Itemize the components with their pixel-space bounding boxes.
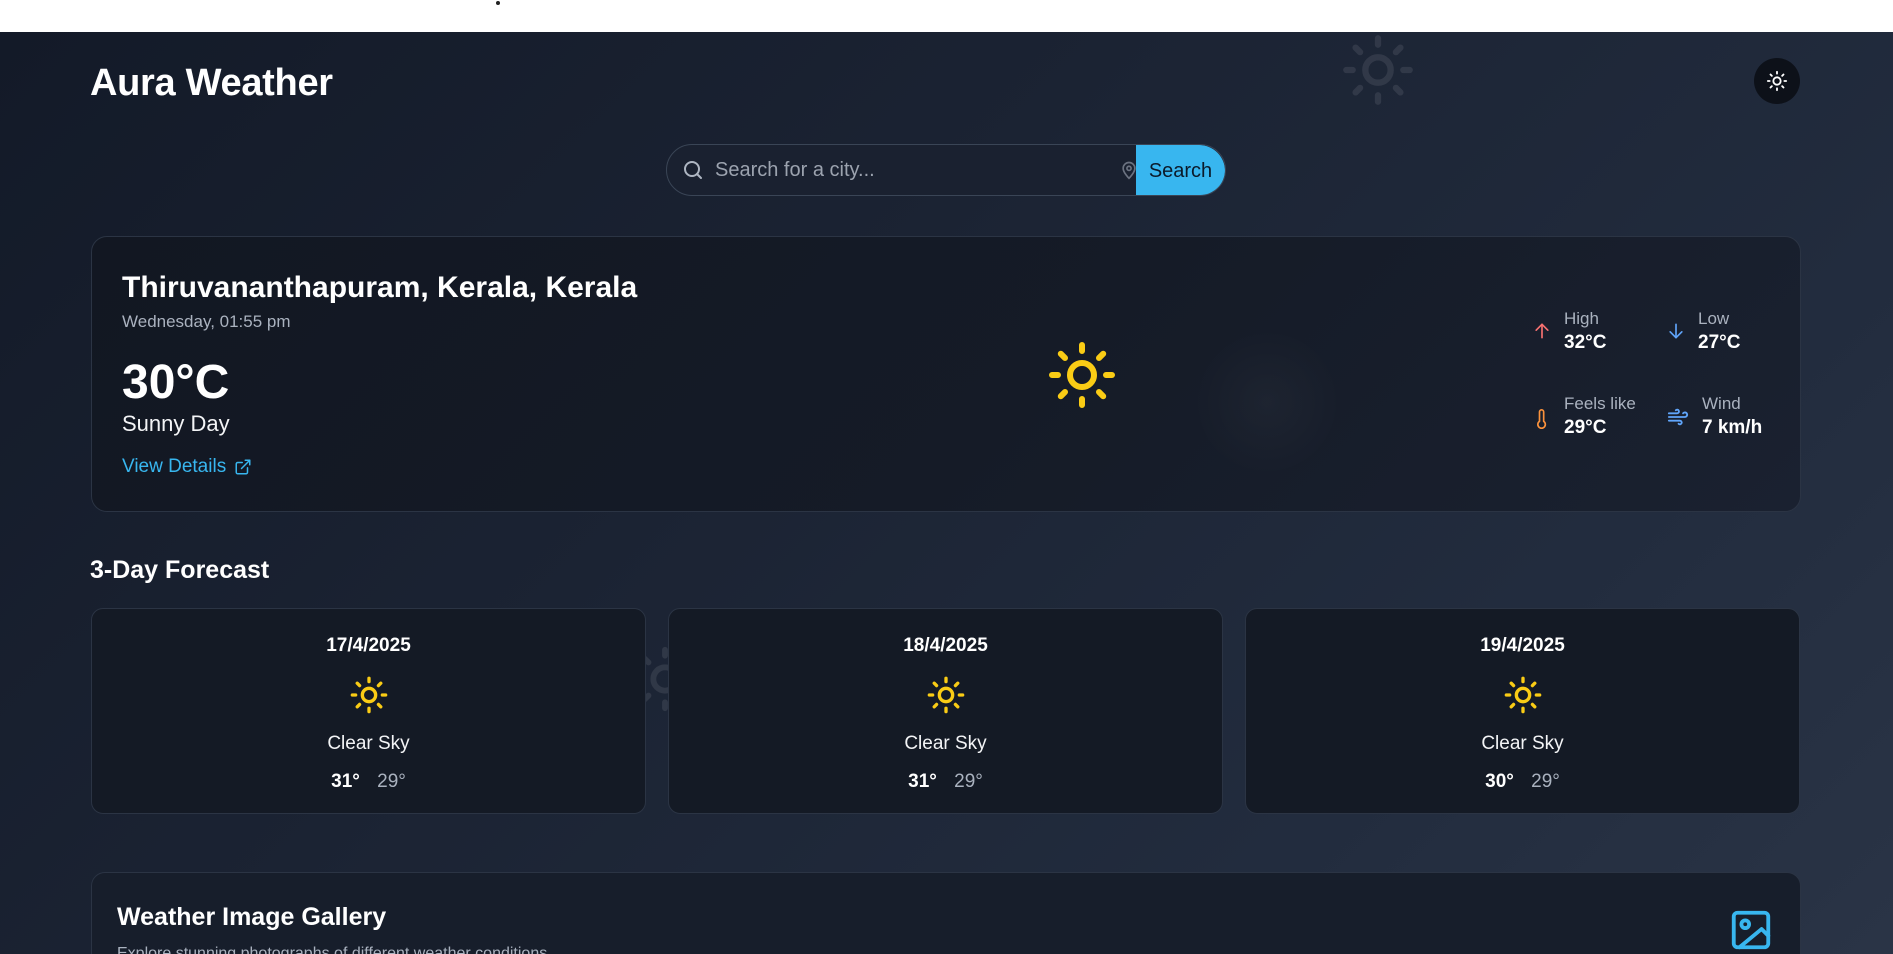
view-details-label: View Details (122, 456, 227, 477)
stat-feels-like-label: Feels like (1564, 394, 1636, 413)
forecast-temps: 31° 29° (92, 771, 645, 793)
search-bar: Search (666, 144, 1226, 196)
arrow-down-icon (1666, 321, 1686, 341)
stat-high-value: 32°C (1564, 332, 1607, 353)
stat-low-label: Low (1698, 309, 1730, 328)
stat-low: Low 27°C (1666, 309, 1740, 354)
forecast-date: 19/4/2025 (1480, 635, 1565, 656)
forecast-date: 17/4/2025 (326, 635, 411, 656)
stat-high-label: High (1564, 309, 1599, 328)
forecast-condition: Clear Sky (904, 733, 987, 754)
stat-high: High 32°C (1532, 309, 1606, 354)
forecast-high: 30° (1485, 771, 1514, 792)
forecast-condition: Clear Sky (327, 733, 410, 754)
forecast-low: 29° (1531, 771, 1560, 792)
stat-wind: Wind 7 km/h (1666, 394, 1762, 439)
app-title: Aura Weather (90, 62, 333, 104)
search-button[interactable]: Search (1136, 145, 1225, 195)
forecast-low: 29° (377, 771, 406, 792)
forecast-high: 31° (908, 771, 937, 792)
app-container: Aura Weather Search Thiruvananthapuram, … (0, 32, 1893, 954)
stat-feels-like-value: 29°C (1564, 417, 1607, 438)
sun-icon (926, 675, 966, 720)
current-temperature: 30°C (122, 356, 230, 409)
current-datetime: Wednesday, 01:55 pm (122, 312, 291, 331)
forecast-card: 19/4/2025 Clear Sky 30° 29° (1245, 608, 1800, 814)
stat-wind-label: Wind (1702, 394, 1741, 413)
arrow-up-icon (1532, 321, 1552, 341)
stat-low-value: 27°C (1698, 332, 1741, 353)
forecast-temps: 31° 29° (669, 771, 1222, 793)
stat-feels-like: Feels like 29°C (1532, 394, 1636, 439)
forecast-high: 31° (331, 771, 360, 792)
search-icon (681, 158, 705, 182)
search-input[interactable] (705, 145, 1119, 195)
current-weather-card: Thiruvananthapuram, Kerala, Kerala Wedne… (91, 236, 1801, 512)
background-glow (1192, 327, 1342, 477)
forecast-temps: 30° 29° (1246, 771, 1799, 793)
forecast-condition: Clear Sky (1481, 733, 1564, 754)
browser-top-strip (0, 0, 1893, 32)
gallery-subtitle: Explore stunning photographs of differen… (117, 945, 548, 954)
thermometer-icon (1532, 406, 1552, 432)
forecast-low: 29° (954, 771, 983, 792)
stat-wind-value: 7 km/h (1702, 417, 1763, 438)
gallery-title: Weather Image Gallery (117, 903, 387, 931)
forecast-date: 18/4/2025 (903, 635, 988, 656)
image-icon (1728, 907, 1774, 954)
external-link-icon (234, 458, 252, 476)
image-gallery-section: Weather Image Gallery Explore stunning p… (91, 872, 1801, 954)
forecast-card: 17/4/2025 Clear Sky 31° 29° (91, 608, 646, 814)
background-sun-icon (1340, 32, 1416, 113)
view-details-link[interactable]: View Details (122, 456, 252, 478)
sun-icon (1503, 675, 1543, 720)
cursor-dot (496, 1, 500, 5)
forecast-heading: 3-Day Forecast (90, 556, 270, 584)
sun-icon (349, 675, 389, 720)
forecast-card: 18/4/2025 Clear Sky 31° 29° (668, 608, 1223, 814)
location-name: Thiruvananthapuram, Kerala, Kerala (122, 271, 638, 304)
wind-icon (1666, 406, 1690, 428)
current-weather-sun-icon (1046, 339, 1118, 416)
theme-toggle-button[interactable] (1754, 58, 1800, 104)
sun-icon (1766, 70, 1788, 92)
current-condition: Sunny Day (122, 411, 230, 436)
